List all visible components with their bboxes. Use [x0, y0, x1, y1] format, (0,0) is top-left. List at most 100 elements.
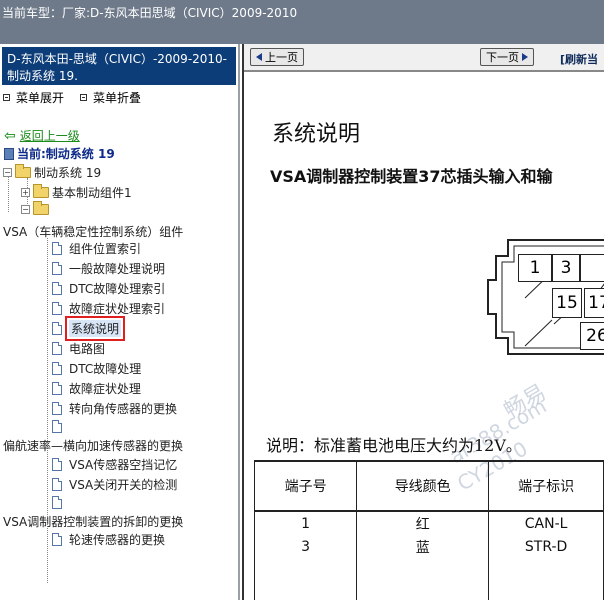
collapse-toggle-icon[interactable]: −	[21, 205, 30, 214]
table-cell: STR-D	[488, 535, 604, 559]
connector-pin: 3	[552, 254, 580, 282]
current-location: 当前:制动系统 19	[4, 145, 115, 162]
tree-item-modulator-label[interactable]: VSA调制器控制装置的拆卸的更换	[3, 513, 183, 530]
table-header: 端子号	[253, 460, 358, 512]
tree-item-yaw-label[interactable]: 偏航速率—横向加速传感器的更换	[3, 437, 183, 454]
content-panel: 上一页 下一页 [刷新当 系统说明 VSA调制器控制装置37芯插头输入和输 1 …	[242, 44, 604, 600]
document-icon	[52, 382, 62, 395]
folder-icon	[33, 184, 49, 198]
top-bar: 当前车型：厂家:D-东风本田思域（CIVIC）2009-2010	[0, 0, 604, 44]
tree-folder-basic[interactable]: + 基本制动组件1	[21, 184, 132, 201]
tree-item-label: VSA调制器控制装置的拆卸的更换	[3, 515, 184, 529]
table-header: 端子标识	[488, 460, 604, 512]
table-cell: 蓝	[356, 535, 490, 559]
table-header-row: 端子号 导线颜色 端子标识	[253, 460, 604, 512]
next-page-button[interactable]: 下一页	[480, 48, 534, 66]
page-subtitle: VSA调制器控制装置37芯插头输入和输	[270, 167, 553, 186]
tree-item-selected[interactable]: 系统说明	[52, 316, 126, 341]
tree-item[interactable]	[52, 496, 62, 509]
back-arrow-icon: ⇦	[4, 127, 16, 144]
vehicle-label: 当前车型：	[2, 6, 63, 20]
connector-pin: 17	[584, 288, 604, 318]
tree-item[interactable]: 故障症状处理索引	[52, 300, 165, 317]
tree-item[interactable]	[52, 420, 62, 433]
tree-item-label: 偏航速率—横向加速传感器的更换	[3, 439, 184, 453]
tree-item[interactable]: DTC故障处理索引	[52, 280, 165, 297]
prev-page-label: 上一页	[265, 51, 298, 64]
refresh-link[interactable]: [刷新当	[560, 51, 598, 67]
folder-open-icon	[15, 164, 31, 178]
document-icon	[52, 262, 62, 275]
watermark-text: 畅易	[499, 380, 551, 424]
tree-item[interactable]: VSA传感器空挡记忆	[52, 456, 177, 473]
tree-item[interactable]: 轮速传感器的更换	[52, 531, 165, 548]
page-nav-bar: 上一页 下一页 [刷新当	[244, 44, 604, 72]
tree-item-label: DTC故障处理索引	[69, 282, 166, 296]
document-icon	[52, 496, 62, 509]
document-icon	[52, 282, 62, 295]
collapse-all-button[interactable]: 菜单折叠	[93, 89, 141, 106]
tree-item-label: 故障症状处理	[69, 382, 142, 396]
tree-item[interactable]: VSA关闭开关的检测	[52, 476, 177, 493]
collapse-toggle-icon[interactable]: −	[3, 168, 12, 177]
document-icon	[52, 458, 62, 471]
table-row: 1 红 CAN-L	[253, 511, 604, 535]
document-icon	[52, 533, 62, 546]
tree-item-label: 故障症状处理索引	[69, 302, 166, 316]
tree-item[interactable]: 一般故障处理说明	[52, 260, 165, 277]
table-row: 3 蓝 STR-D	[253, 535, 604, 559]
current-label: 当前:制动系统 19	[17, 147, 115, 161]
table-cell: CAN-L	[488, 511, 604, 535]
voltage-note: 说明：标准蓄电池电压大约为12V。	[266, 436, 522, 455]
document-icon	[52, 362, 62, 375]
folder-open-icon	[33, 201, 49, 215]
tree-folder-label: VSA（车辆稳定性控制系统）组件	[3, 225, 184, 239]
table-cell	[488, 559, 604, 600]
back-link-row[interactable]: ⇦ 返回上一级	[4, 127, 80, 144]
tree-folder-label: 基本制动组件1	[52, 186, 132, 200]
expand-controls: 菜单展开 菜单折叠	[0, 85, 238, 105]
collapse-icon	[80, 93, 88, 101]
table-header: 导线颜色	[356, 460, 490, 512]
connector-pin: 1	[518, 254, 552, 282]
tree-item[interactable]: DTC故障处理	[52, 360, 141, 377]
connector-pin: 26	[580, 322, 604, 350]
tree-item-label: 轮速传感器的更换	[69, 533, 166, 547]
tree-item-label: 组件位置索引	[69, 242, 142, 256]
connector-diagram: 1 3 15 17 26	[484, 234, 604, 358]
connector-pin	[580, 254, 604, 282]
tree-item[interactable]: 转向角传感器的更换	[52, 400, 177, 417]
table-cell: 1	[253, 511, 358, 535]
sidebar-header: D-东风本田-思域（CIVIC）-2009-2010- 制动系统 19.	[2, 47, 236, 85]
tree-item[interactable]: 电路图	[52, 340, 105, 357]
tree-item[interactable]: 组件位置索引	[52, 240, 141, 257]
next-page-label: 下一页	[486, 51, 519, 64]
tree-item-label: VSA关闭开关的检测	[69, 478, 178, 492]
tree-item-label: 系统说明	[64, 316, 126, 341]
page-title: 系统说明	[272, 122, 361, 147]
document-icon	[52, 478, 62, 491]
document-icon	[52, 302, 62, 315]
tree-folder-vsa[interactable]: −	[21, 201, 49, 215]
expand-all-button[interactable]: 菜单展开	[16, 89, 64, 106]
tree-folder-vsa-label[interactable]: VSA（车辆稳定性控制系统）组件	[3, 223, 183, 240]
tree-root[interactable]: − 制动系统 19	[3, 164, 101, 181]
back-link[interactable]: 返回上一级	[20, 127, 80, 144]
tree-item-label: DTC故障处理	[69, 362, 142, 376]
arrow-right-icon	[522, 53, 528, 61]
terminal-table: 端子号 导线颜色 端子标识 1 红 CAN-L 3 蓝 STR-D	[253, 460, 604, 600]
tree-item[interactable]: 故障症状处理	[52, 380, 141, 397]
expand-icon	[3, 93, 10, 101]
tree-item-label: 电路图	[69, 342, 106, 356]
sidebar: D-东风本田-思域（CIVIC）-2009-2010- 制动系统 19. 菜单展…	[0, 44, 240, 600]
watermark-text: ar388.com	[445, 393, 551, 469]
connector-pin: 15	[552, 288, 582, 318]
document-icon	[52, 322, 62, 335]
document-icon	[52, 242, 62, 255]
expand-toggle-icon[interactable]: +	[21, 188, 30, 197]
prev-page-button[interactable]: 上一页	[250, 48, 304, 66]
tree-item-label: 转向角传感器的更换	[69, 402, 178, 416]
tree-root-label: 制动系统 19	[34, 166, 102, 180]
arrow-left-icon	[256, 53, 262, 61]
tree-item-label: 一般故障处理说明	[69, 262, 166, 276]
